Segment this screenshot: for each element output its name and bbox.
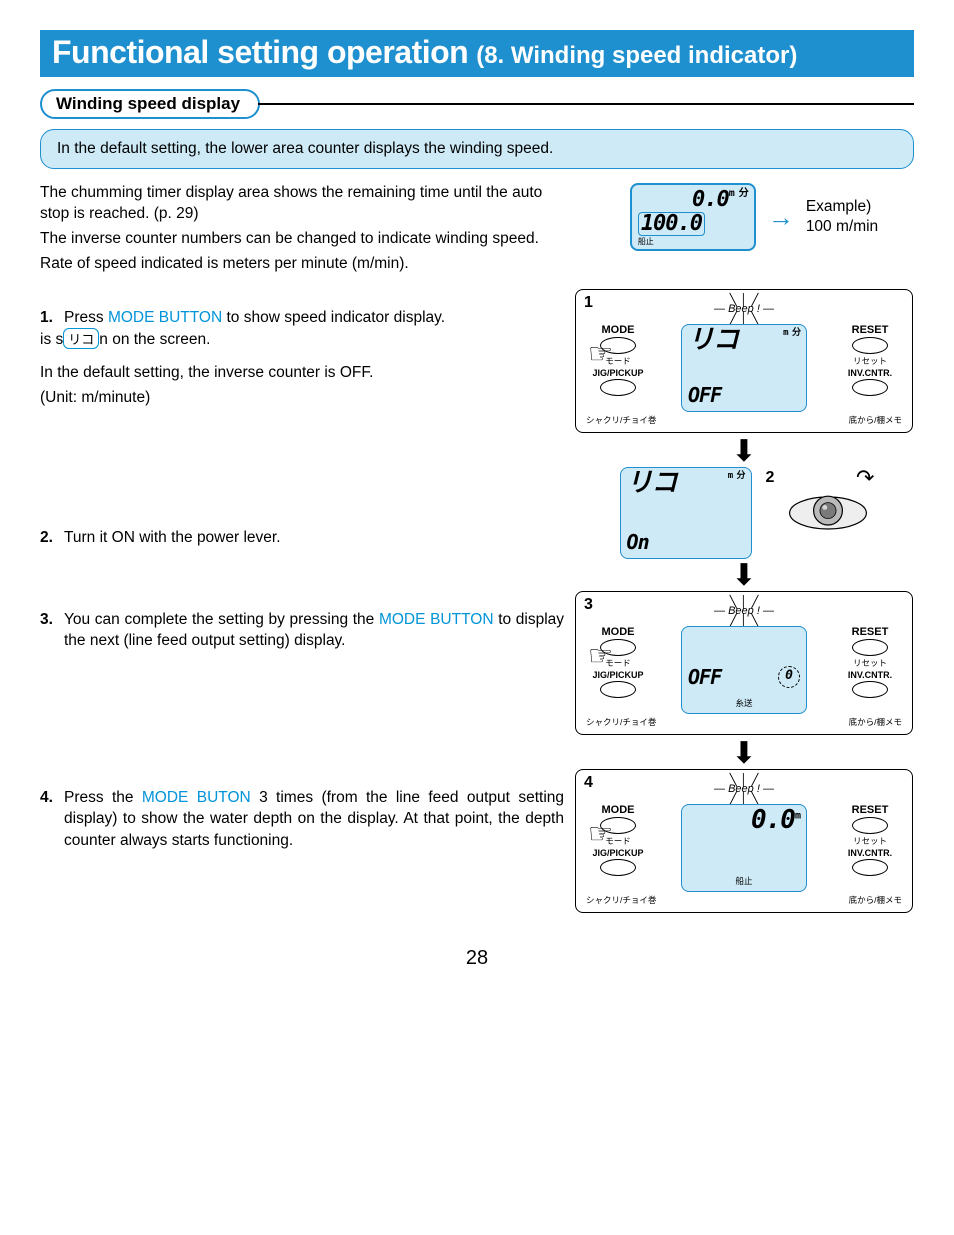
title-sub: (8. Winding speed indicator) — [476, 42, 797, 70]
example-lcd: 0.0m 分 100.0 船止 — [630, 183, 756, 251]
device-panel-4: 4 ╲ │ ╱ — Beep ! — ╱ │ ╲ ☞ MODE モード JIG/… — [575, 769, 913, 913]
section-pill: Winding speed display — [40, 89, 260, 119]
mode-button-ref: MODE BUTTON — [379, 611, 494, 628]
down-arrow-icon: ⬇ — [731, 567, 756, 585]
power-lever-icon[interactable]: ↷ — [788, 483, 868, 543]
reset-button[interactable] — [852, 639, 888, 656]
section-heading: Winding speed display — [40, 89, 914, 119]
reset-button[interactable] — [852, 337, 888, 354]
intro-line-1: The chumming timer display area shows th… — [40, 183, 564, 225]
example-caption: Example) 100 m/min — [806, 197, 878, 237]
example-block: 0.0m 分 100.0 船止 → Example) 100 m/min — [630, 183, 878, 251]
step-2: 2. Turn it ON with the power lever. — [40, 527, 564, 549]
step-3: 3. You can complete the setting by press… — [40, 609, 564, 652]
step1-note-a: In the default setting, the inverse coun… — [40, 363, 564, 384]
page-title-bar: Functional setting operation (8. Winding… — [40, 30, 914, 77]
panel3-lcd: OFF 0 糸送 — [681, 626, 807, 714]
mode-button-ref: MODE BUTTON — [108, 309, 222, 326]
device-panel-3: 3 ╲ │ ╱ — Beep ! — ╱ │ ╲ ☞ MODE モード JIG/… — [575, 591, 913, 735]
step-4: 4. Press the MODE BUTON 3 times (from th… — [40, 787, 564, 852]
down-arrow-icon: ⬇ — [731, 745, 756, 763]
beep-icon: ╲ │ ╱ — Beep ! — ╱ │ ╲ — [714, 776, 774, 804]
panel1-lcd: リコm 分 OFF — [681, 324, 807, 412]
mode-button-ref: MODE BUTON — [142, 789, 251, 806]
beep-icon: ╲ │ ╱ — Beep ! — ╱ │ ╲ — [714, 598, 774, 626]
inv-button[interactable] — [852, 859, 888, 876]
beep-icon: ╲ │ ╱ — Beep ! — ╱ │ ╲ — [714, 296, 774, 324]
reset-button[interactable] — [852, 817, 888, 834]
jig-button[interactable] — [600, 859, 636, 876]
info-box: In the default setting, the lower area c… — [40, 129, 914, 169]
intro-line-2: The inverse counter numbers can be chang… — [40, 229, 564, 250]
zero-icon: 0 — [778, 666, 800, 688]
inv-button[interactable] — [852, 681, 888, 698]
inv-button[interactable] — [852, 379, 888, 396]
step1-note-b: (Unit: m/minute) — [40, 388, 564, 409]
rotate-arrow-icon: ↷ — [856, 465, 874, 491]
intro-line-3: Rate of speed indicated is meters per mi… — [40, 254, 564, 275]
jig-button[interactable] — [600, 681, 636, 698]
hand-pointer-icon: ☞ — [588, 820, 613, 848]
step-1: 1. Press MODE BUTTON to show speed indic… — [40, 307, 564, 329]
panel4-lcd: 0.0m 船止 — [681, 804, 807, 892]
title-main: Functional setting operation — [52, 34, 468, 71]
jig-button[interactable] — [600, 379, 636, 396]
section-rule — [258, 103, 914, 105]
hand-pointer-icon: ☞ — [588, 340, 613, 368]
device-panel-1: 1 ╲ │ ╱ — Beep ! — ╱ │ ╲ ☞ MODE モード JIG/… — [575, 289, 913, 433]
screen-token: リコ — [63, 328, 99, 349]
hand-pointer-icon: ☞ — [588, 642, 613, 670]
down-arrow-icon: ⬇ — [731, 443, 756, 461]
page-number: 28 — [40, 947, 914, 970]
reset-button-col: RESET リセット INV.CNTR. — [836, 324, 904, 396]
device-panel-2: リコm 分 On 2 ↷ — [620, 467, 869, 559]
